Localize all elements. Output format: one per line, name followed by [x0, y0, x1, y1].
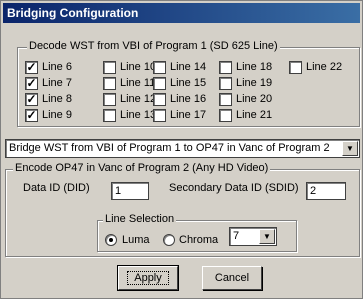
chevron-down-icon[interactable]: ▼ — [342, 141, 358, 156]
line-checkbox-label: Line 22 — [306, 61, 343, 73]
line-checkbox-label: Line 15 — [170, 77, 207, 89]
decode-group-title: Decode WST from VBI of Program 1 (SD 625… — [27, 40, 280, 52]
line-selection-title: Line Selection — [103, 213, 177, 225]
line-checkbox-label: Line 11 — [120, 77, 156, 89]
line-checkbox-label: Line 13 — [120, 109, 157, 121]
line-checkbox-label: Line 8 — [42, 93, 72, 105]
line-checkbox-label: Line 7 — [42, 77, 72, 89]
cancel-button[interactable]: Cancel — [202, 266, 262, 290]
line-checkbox-label: Line 19 — [236, 77, 273, 89]
line-checkbox[interactable] — [219, 77, 232, 90]
data-id-input[interactable]: 1 — [111, 182, 149, 200]
line-checkbox-label: Line 17 — [170, 109, 207, 121]
apply-button-label: Apply — [127, 271, 169, 285]
check-icon: ✓ — [26, 92, 37, 106]
line-number-value: 7 — [233, 230, 240, 242]
line-checkbox[interactable] — [103, 61, 116, 74]
line-checkbox[interactable] — [103, 93, 116, 106]
line-checkbox[interactable] — [219, 61, 232, 74]
line-checkbox[interactable] — [103, 109, 116, 122]
line-checkbox[interactable] — [289, 61, 302, 74]
bridge-mode-select[interactable]: Bridge WST from VBI of Program 1 to OP47… — [5, 139, 360, 158]
apply-button[interactable]: Apply — [117, 265, 179, 291]
luma-radio-dot — [109, 238, 113, 242]
line-checkbox[interactable]: ✓ — [25, 93, 38, 106]
luma-radio[interactable] — [105, 234, 117, 246]
line-checkbox-label: Line 9 — [42, 109, 72, 121]
check-icon: ✓ — [26, 108, 37, 122]
line-checkbox[interactable] — [219, 109, 232, 122]
line-checkbox[interactable] — [153, 93, 166, 106]
line-checkbox-label: Line 20 — [236, 93, 273, 105]
line-checkbox[interactable] — [153, 61, 166, 74]
line-checkbox-label: Line 18 — [236, 61, 273, 73]
encode-group-title: Encode OP47 in Vanc of Program 2 (Any HD… — [13, 162, 271, 174]
line-number-select[interactable]: 7 ▼ — [229, 227, 277, 246]
window-title: Bridging Configuration — [3, 3, 360, 23]
sdid-input[interactable]: 2 — [306, 182, 346, 200]
line-checkbox[interactable] — [153, 109, 166, 122]
line-checkbox[interactable] — [103, 77, 116, 90]
line-checkbox[interactable]: ✓ — [25, 61, 38, 74]
chroma-label: Chroma — [179, 234, 219, 246]
line-checkbox-label: Line 14 — [170, 61, 207, 73]
bridging-config-window: Bridging Configuration Decode WST from V… — [0, 0, 363, 299]
check-icon: ✓ — [26, 60, 37, 74]
line-checkbox[interactable] — [219, 93, 232, 106]
line-checkbox[interactable]: ✓ — [25, 109, 38, 122]
chroma-radio[interactable] — [163, 234, 175, 246]
line-checkbox[interactable]: ✓ — [25, 77, 38, 90]
check-icon: ✓ — [26, 76, 37, 90]
line-checkbox-label: Line 12 — [120, 93, 157, 105]
line-checkbox-label: Line 16 — [170, 93, 207, 105]
bridge-mode-value: Bridge WST from VBI of Program 1 to OP47… — [9, 142, 330, 154]
cancel-button-label: Cancel — [214, 272, 250, 284]
line-checkbox-label: Line 6 — [42, 61, 72, 73]
line-checkbox-label: Line 21 — [236, 109, 273, 121]
line-checkbox-label: Line 10 — [120, 61, 157, 73]
line-checkbox[interactable] — [153, 77, 166, 90]
data-id-label: Data ID (DID) — [23, 182, 90, 194]
sdid-label: Secondary Data ID (SDID) — [169, 182, 299, 194]
luma-label: Luma — [122, 234, 150, 246]
chevron-down-icon[interactable]: ▼ — [259, 229, 275, 244]
